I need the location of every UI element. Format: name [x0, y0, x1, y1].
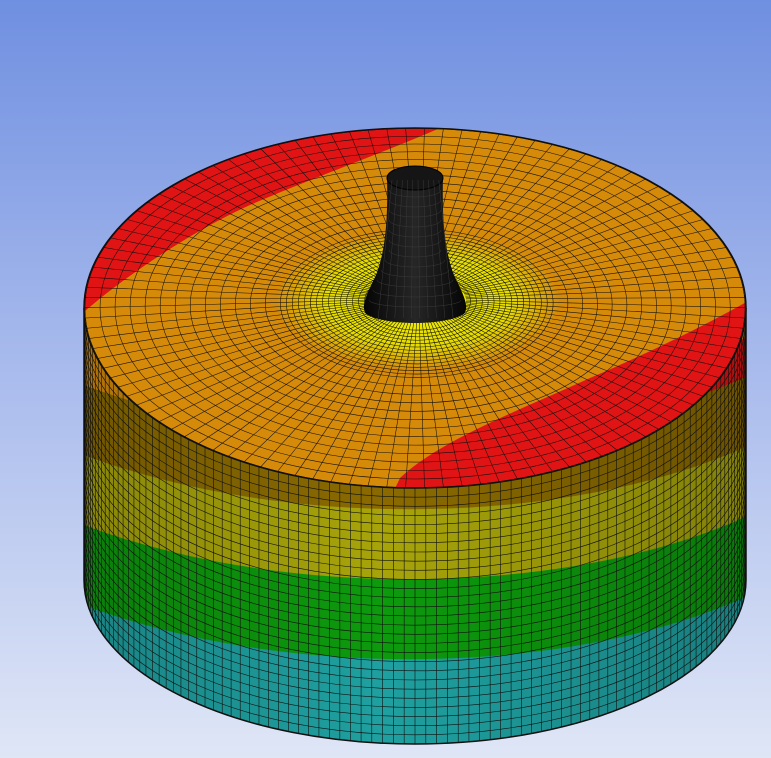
stem-top-cap [386, 165, 444, 191]
3d-viewport[interactable] [0, 0, 771, 758]
meshed-cylinder-model[interactable] [0, 0, 771, 758]
